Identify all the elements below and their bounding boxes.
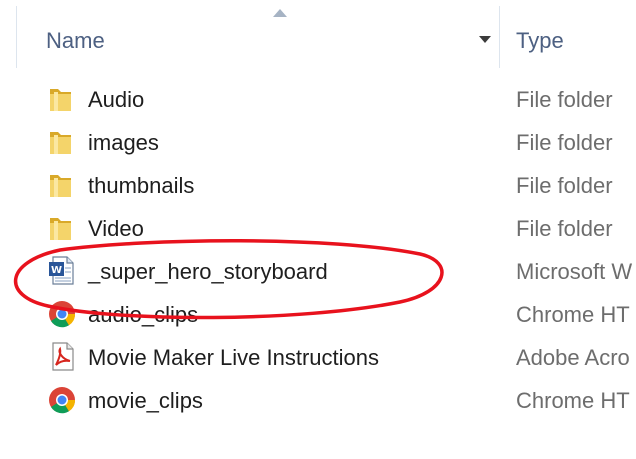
- file-row-audio-clips[interactable]: audio_clips Chrome HT: [0, 294, 636, 334]
- file-row-audio[interactable]: Audio File folder: [0, 79, 636, 119]
- column-header: Name Type: [0, 0, 636, 74]
- word-document-icon: W: [49, 256, 74, 285]
- name-column-label: Name: [46, 28, 105, 53]
- file-type: Chrome HT: [516, 302, 630, 327]
- file-type: Adobe Acro: [516, 345, 630, 370]
- file-row-super-hero-storyboard[interactable]: W _super_hero_storyboard Microsoft W: [0, 251, 636, 291]
- file-type: Microsoft W: [516, 259, 633, 284]
- folder-icon: [50, 218, 71, 240]
- file-type: File folder: [516, 173, 613, 198]
- folder-icon: [50, 132, 71, 154]
- file-row-images[interactable]: images File folder: [0, 122, 636, 162]
- file-row-video[interactable]: Video File folder: [0, 208, 636, 248]
- folder-icon: [50, 89, 71, 111]
- chevron-down-icon[interactable]: [479, 36, 491, 43]
- file-name: Video: [88, 216, 144, 241]
- pdf-icon: [52, 342, 74, 371]
- file-name: images: [88, 130, 159, 155]
- file-name: _super_hero_storyboard: [88, 259, 328, 284]
- file-row-movie-clips[interactable]: movie_clips Chrome HT: [0, 380, 636, 420]
- chrome-icon: [49, 301, 76, 328]
- file-type: File folder: [516, 216, 613, 241]
- file-row-thumbnails[interactable]: thumbnails File folder: [0, 165, 636, 205]
- type-column-label: Type: [516, 28, 564, 53]
- file-name: thumbnails: [88, 173, 195, 198]
- chrome-icon: [49, 387, 76, 414]
- svg-text:W: W: [51, 265, 62, 276]
- file-name: Movie Maker Live Instructions: [88, 345, 379, 370]
- file-name: Audio: [88, 87, 145, 112]
- name-column-header[interactable]: Name: [16, 6, 500, 68]
- sort-ascending-icon: [273, 9, 287, 17]
- file-type: Chrome HT: [516, 388, 630, 413]
- file-name: audio_clips: [88, 302, 199, 327]
- folder-icon: [50, 175, 71, 197]
- file-type: File folder: [516, 130, 613, 155]
- file-name: movie_clips: [88, 388, 203, 413]
- file-type: File folder: [516, 87, 613, 112]
- file-row-movie-maker-live-instructions[interactable]: Movie Maker Live Instructions Adobe Acro: [0, 337, 636, 377]
